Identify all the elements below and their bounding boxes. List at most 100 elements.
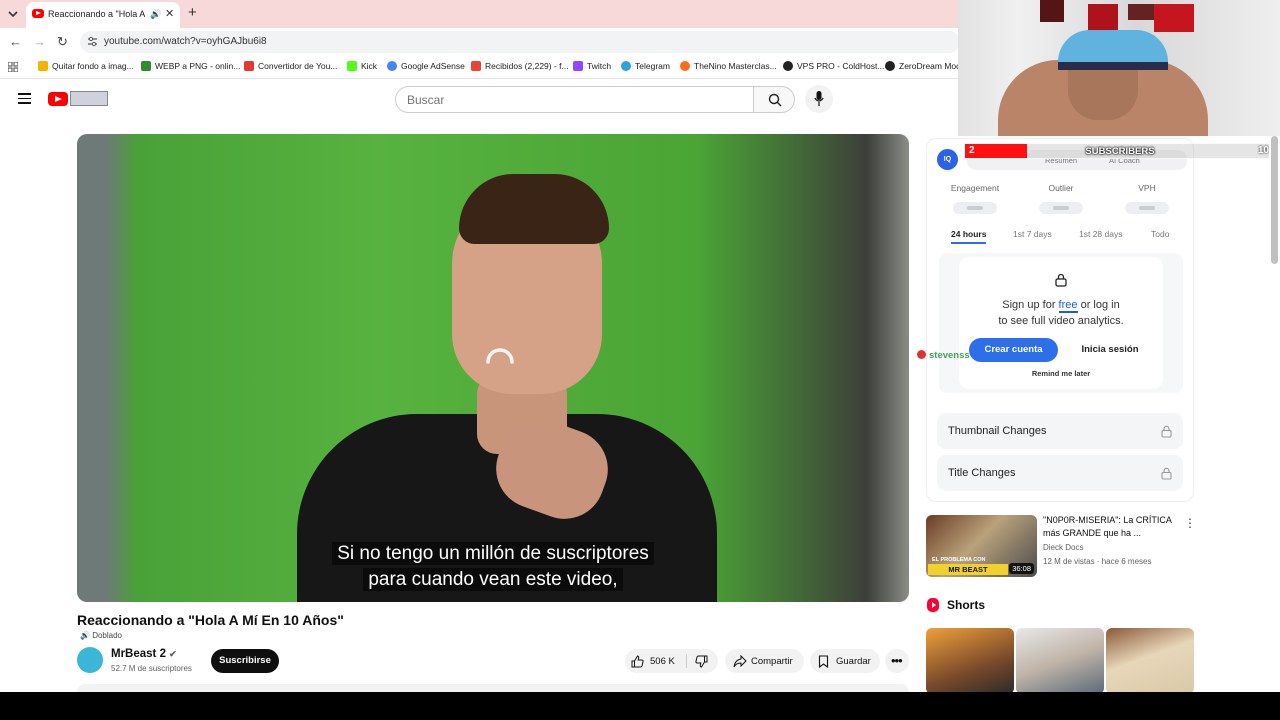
search-button[interactable] xyxy=(753,86,795,113)
audio-playing-icon[interactable]: 🔊 xyxy=(150,9,161,20)
bookmark-favicon-icon xyxy=(621,61,631,71)
share-button[interactable]: Compartir xyxy=(725,649,804,673)
tab-title: Reaccionando a "Hola A Mí xyxy=(48,9,148,19)
bookmark-item[interactable]: WEBP a PNG - onlin... xyxy=(141,61,240,71)
period-all[interactable]: Todo xyxy=(1151,229,1169,239)
more-vertical-icon[interactable]: ⋮ xyxy=(1184,516,1196,530)
verified-icon: ✔ xyxy=(169,649,177,659)
apps-grid-icon[interactable] xyxy=(8,62,18,72)
remind-later-link[interactable]: Remind me later xyxy=(959,369,1163,378)
thumbs-down-icon xyxy=(695,655,708,668)
lock-icon xyxy=(1161,425,1172,438)
loading-spinner-icon xyxy=(486,348,514,364)
dislike-button[interactable] xyxy=(687,649,718,673)
youtube-logo-icon[interactable] xyxy=(48,92,68,106)
short-thumbnail[interactable] xyxy=(926,628,1014,694)
like-dislike-group: 506 K xyxy=(625,649,718,673)
thumbnail-changes-row[interactable]: Thumbnail Changes xyxy=(937,413,1183,449)
period-first-28-days[interactable]: 1st 28 days xyxy=(1079,229,1122,239)
webcam-overlay xyxy=(958,0,1280,136)
recommended-video-meta: 12 M de vistas · hace 6 meses xyxy=(1043,557,1152,566)
bookmark-item[interactable]: Kick xyxy=(347,61,377,71)
close-tab-icon[interactable]: ✕ xyxy=(165,7,174,20)
share-icon xyxy=(733,655,747,668)
active-period-underline xyxy=(951,242,987,244)
new-tab-icon[interactable]: + xyxy=(188,4,197,21)
bookmark-favicon-icon xyxy=(573,61,583,71)
like-count: 506 K xyxy=(650,656,675,667)
recommended-video-channel[interactable]: Dieck Docs xyxy=(1043,543,1083,552)
bookmark-favicon-icon xyxy=(387,61,397,71)
metric-outlier-label: Outlier xyxy=(1048,183,1074,193)
scrollbar-thumb[interactable] xyxy=(1271,136,1278,264)
bookmark-item[interactable]: Telegram xyxy=(621,61,670,71)
search-icon xyxy=(768,93,782,107)
signup-overlay: Sign up for free or log in to see full v… xyxy=(959,257,1163,389)
create-account-button[interactable]: Crear cuenta xyxy=(969,338,1058,362)
bookmark-favicon-icon xyxy=(244,61,254,71)
metric-vph-value xyxy=(1125,202,1169,214)
bookmark-item[interactable]: TheNino Masterclas... xyxy=(680,61,777,71)
browser-tab-active[interactable]: Reaccionando a "Hola A Mí 🔊 ✕ xyxy=(26,2,180,28)
metric-vph-label: VPH xyxy=(1138,183,1156,193)
youtube-favicon-icon xyxy=(32,9,44,18)
more-actions-button[interactable]: ••• xyxy=(885,649,909,673)
signup-message-line-2: to see full video analytics. xyxy=(998,315,1124,327)
menu-icon[interactable] xyxy=(18,93,31,104)
tab-search-chevron-icon[interactable] xyxy=(6,7,20,21)
period-24-hours[interactable]: 24 hours xyxy=(951,229,987,244)
site-info-icon[interactable] xyxy=(87,36,98,47)
bookmark-favicon-icon xyxy=(783,61,793,71)
recommended-video-title[interactable]: "N0P0R-MISERIA": La CRÍTICA más GRANDE q… xyxy=(1043,514,1178,540)
lock-icon xyxy=(1161,467,1172,480)
video-title: Reaccionando a "Hola A Mí En 10 Años" xyxy=(77,612,344,628)
bookmark-item[interactable]: Convertidor de You... xyxy=(244,61,337,71)
voice-search-button[interactable] xyxy=(805,85,833,113)
bookmark-item[interactable]: Quitar fondo a imag... xyxy=(38,61,134,71)
short-thumbnail[interactable] xyxy=(1106,628,1194,694)
bookmark-favicon-icon xyxy=(885,61,895,71)
back-icon[interactable]: ← xyxy=(9,34,22,49)
omnibox[interactable]: youtube.com/watch?v=oyhGAJbu6i8 xyxy=(80,31,960,53)
search-input[interactable] xyxy=(407,93,727,107)
caption-line-1: Si no tengo un millón de suscriptores xyxy=(77,542,909,565)
bookmark-item[interactable]: Recibidos (2,229) - f... xyxy=(471,61,569,71)
title-changes-row[interactable]: Title Changes xyxy=(937,455,1183,491)
channel-subscriber-count: 52.7 M de suscriptores xyxy=(111,664,192,673)
thumbnail-caption: EL PROBLEMA CON xyxy=(932,557,986,563)
search-box[interactable] xyxy=(395,86,754,113)
os-taskbar xyxy=(0,692,1280,720)
page-scrollbar[interactable] xyxy=(1269,136,1280,692)
shorts-heading: Shorts xyxy=(947,598,986,612)
bookmark-favicon-icon xyxy=(471,61,481,71)
period-first-7-days[interactable]: 1st 7 days xyxy=(1013,229,1052,239)
chat-badge-icon xyxy=(917,350,926,359)
thumbnail-banner: MR BEAST xyxy=(928,564,1008,575)
save-button[interactable]: Guardar xyxy=(810,649,880,673)
short-thumbnail[interactable] xyxy=(1016,628,1104,694)
more-horizontal-icon: ••• xyxy=(891,653,903,668)
recommended-video-thumbnail[interactable]: EL PROBLEMA CON MR BEAST 36:08 xyxy=(926,515,1037,577)
url-text[interactable]: youtube.com/watch?v=oyhGAJbu6i8 xyxy=(104,36,267,47)
bookmark-save-icon xyxy=(818,655,829,668)
analytics-extension-panel: IQ Resumen AI Coach Engagement Outlier V… xyxy=(926,138,1194,502)
forward-icon[interactable]: → xyxy=(33,34,46,49)
video-player[interactable]: Si no tengo un millón de suscriptores pa… xyxy=(77,134,909,602)
subscribe-button[interactable]: Suscribirse xyxy=(211,649,279,673)
bookmark-item[interactable]: ZeroDream Mod xyxy=(885,61,961,71)
bookmark-favicon-icon xyxy=(38,61,48,71)
goal-label: SUBSCRIBERS xyxy=(1085,146,1155,157)
login-button[interactable]: Inicia sesión xyxy=(1067,338,1153,362)
channel-avatar[interactable] xyxy=(77,647,103,673)
youtube-header xyxy=(0,80,958,120)
bookmark-item[interactable]: Google AdSense xyxy=(387,61,465,71)
like-button[interactable]: 506 K xyxy=(625,649,685,673)
bookmark-favicon-icon xyxy=(141,61,151,71)
chat-overlay-message: stevenss xyxy=(917,350,970,361)
youtube-logo-doodle[interactable] xyxy=(70,91,108,106)
bookmark-item[interactable]: Twitch xyxy=(573,61,611,71)
bookmark-item[interactable]: VPS PRO - ColdHost... xyxy=(783,61,884,71)
channel-name[interactable]: MrBeast 2 ✔ xyxy=(111,648,177,660)
metric-outlier-value xyxy=(1039,202,1083,214)
reload-icon[interactable]: ↻ xyxy=(57,34,68,50)
